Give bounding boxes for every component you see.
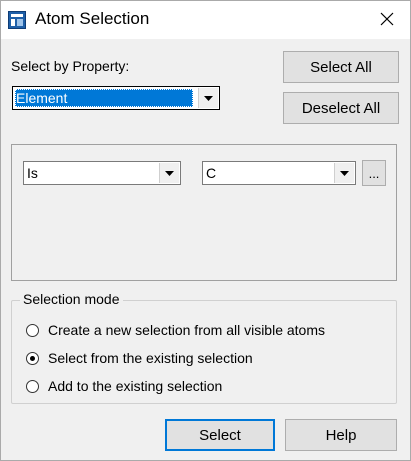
deselect-all-button[interactable]: Deselect All bbox=[283, 92, 399, 124]
property-value: Element bbox=[15, 89, 193, 107]
close-icon bbox=[380, 12, 394, 29]
help-button[interactable]: Help bbox=[285, 419, 397, 451]
radio-label: Add to the existing selection bbox=[48, 378, 223, 394]
radio-label: Create a new selection from all visible … bbox=[48, 322, 326, 338]
app-icon bbox=[8, 11, 26, 29]
select-button[interactable]: Select bbox=[165, 419, 275, 451]
radio-button[interactable] bbox=[26, 379, 39, 393]
chevron-down-icon[interactable] bbox=[334, 163, 354, 183]
operator-dropdown[interactable]: Is bbox=[23, 161, 181, 185]
element-dropdown[interactable]: C bbox=[202, 161, 356, 185]
title-bar: Atom Selection bbox=[1, 1, 410, 39]
atom-selection-dialog: Atom Selection Select by Property: Eleme… bbox=[0, 0, 411, 461]
radio-button[interactable] bbox=[26, 351, 39, 365]
radio-button[interactable] bbox=[26, 323, 39, 337]
radio-select-from-existing[interactable]: Select from the existing selection bbox=[26, 350, 253, 366]
window-title: Atom Selection bbox=[35, 9, 150, 28]
selection-mode-legend: Selection mode bbox=[20, 291, 123, 307]
property-label: Select by Property: bbox=[11, 58, 130, 74]
close-button[interactable] bbox=[364, 1, 410, 39]
select-all-button[interactable]: Select All bbox=[283, 51, 399, 83]
radio-label: Select from the existing selection bbox=[48, 350, 253, 366]
browse-elements-button[interactable]: ... bbox=[362, 160, 386, 186]
chevron-down-icon[interactable] bbox=[198, 88, 218, 108]
chevron-down-icon[interactable] bbox=[159, 163, 179, 183]
operator-value: Is bbox=[27, 165, 38, 181]
radio-create-new[interactable]: Create a new selection from all visible … bbox=[26, 322, 325, 338]
property-dropdown[interactable]: Element bbox=[12, 86, 220, 110]
element-value: C bbox=[206, 165, 217, 181]
radio-add-to-existing[interactable]: Add to the existing selection bbox=[26, 378, 222, 394]
